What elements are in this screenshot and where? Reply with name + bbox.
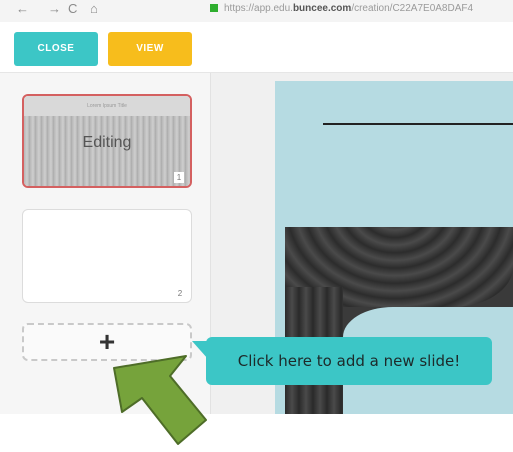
slide-thumbnail-title: Editing [82,134,132,151]
add-slide-tooltip: Click here to add a new slide! [192,337,492,385]
address-bar[interactable]: https://app.edu.buncee.com/creation/C22A… [206,0,513,18]
back-icon[interactable]: ← [16,0,29,18]
url-domain: buncee.com [292,3,352,14]
slide-thumbnail-1[interactable]: Lorem Ipsum Title Editing 1 [22,94,192,188]
slide-number: 1 [174,172,184,183]
home-icon[interactable]: ⌂ [90,0,98,18]
forward-icon[interactable]: → [48,0,61,18]
browser-toolbar: ← → C ⌂ https://app.edu.buncee.com/creat… [0,0,513,23]
view-button[interactable]: VIEW [108,32,192,66]
stage-curtain-image[interactable] [285,227,513,414]
pointer-arrow-icon [113,355,207,445]
reload-icon[interactable]: C [68,0,77,18]
close-button[interactable]: CLOSE [14,32,98,66]
title-underline [323,123,513,125]
slide-number: 2 [175,288,185,299]
tooltip-text: Click here to add a new slide! [237,352,461,370]
url-prefix: https://app.edu. [224,3,293,14]
secure-lock-icon [210,4,218,13]
slide-thumbnail-2[interactable]: 2 [22,209,192,303]
app-toolbar: CLOSE VIEW [0,22,513,73]
url-path: /creation/C22A7E0A8DAF4 [351,3,474,14]
slide-thumbnail-header: Lorem Ipsum Title [24,96,190,116]
